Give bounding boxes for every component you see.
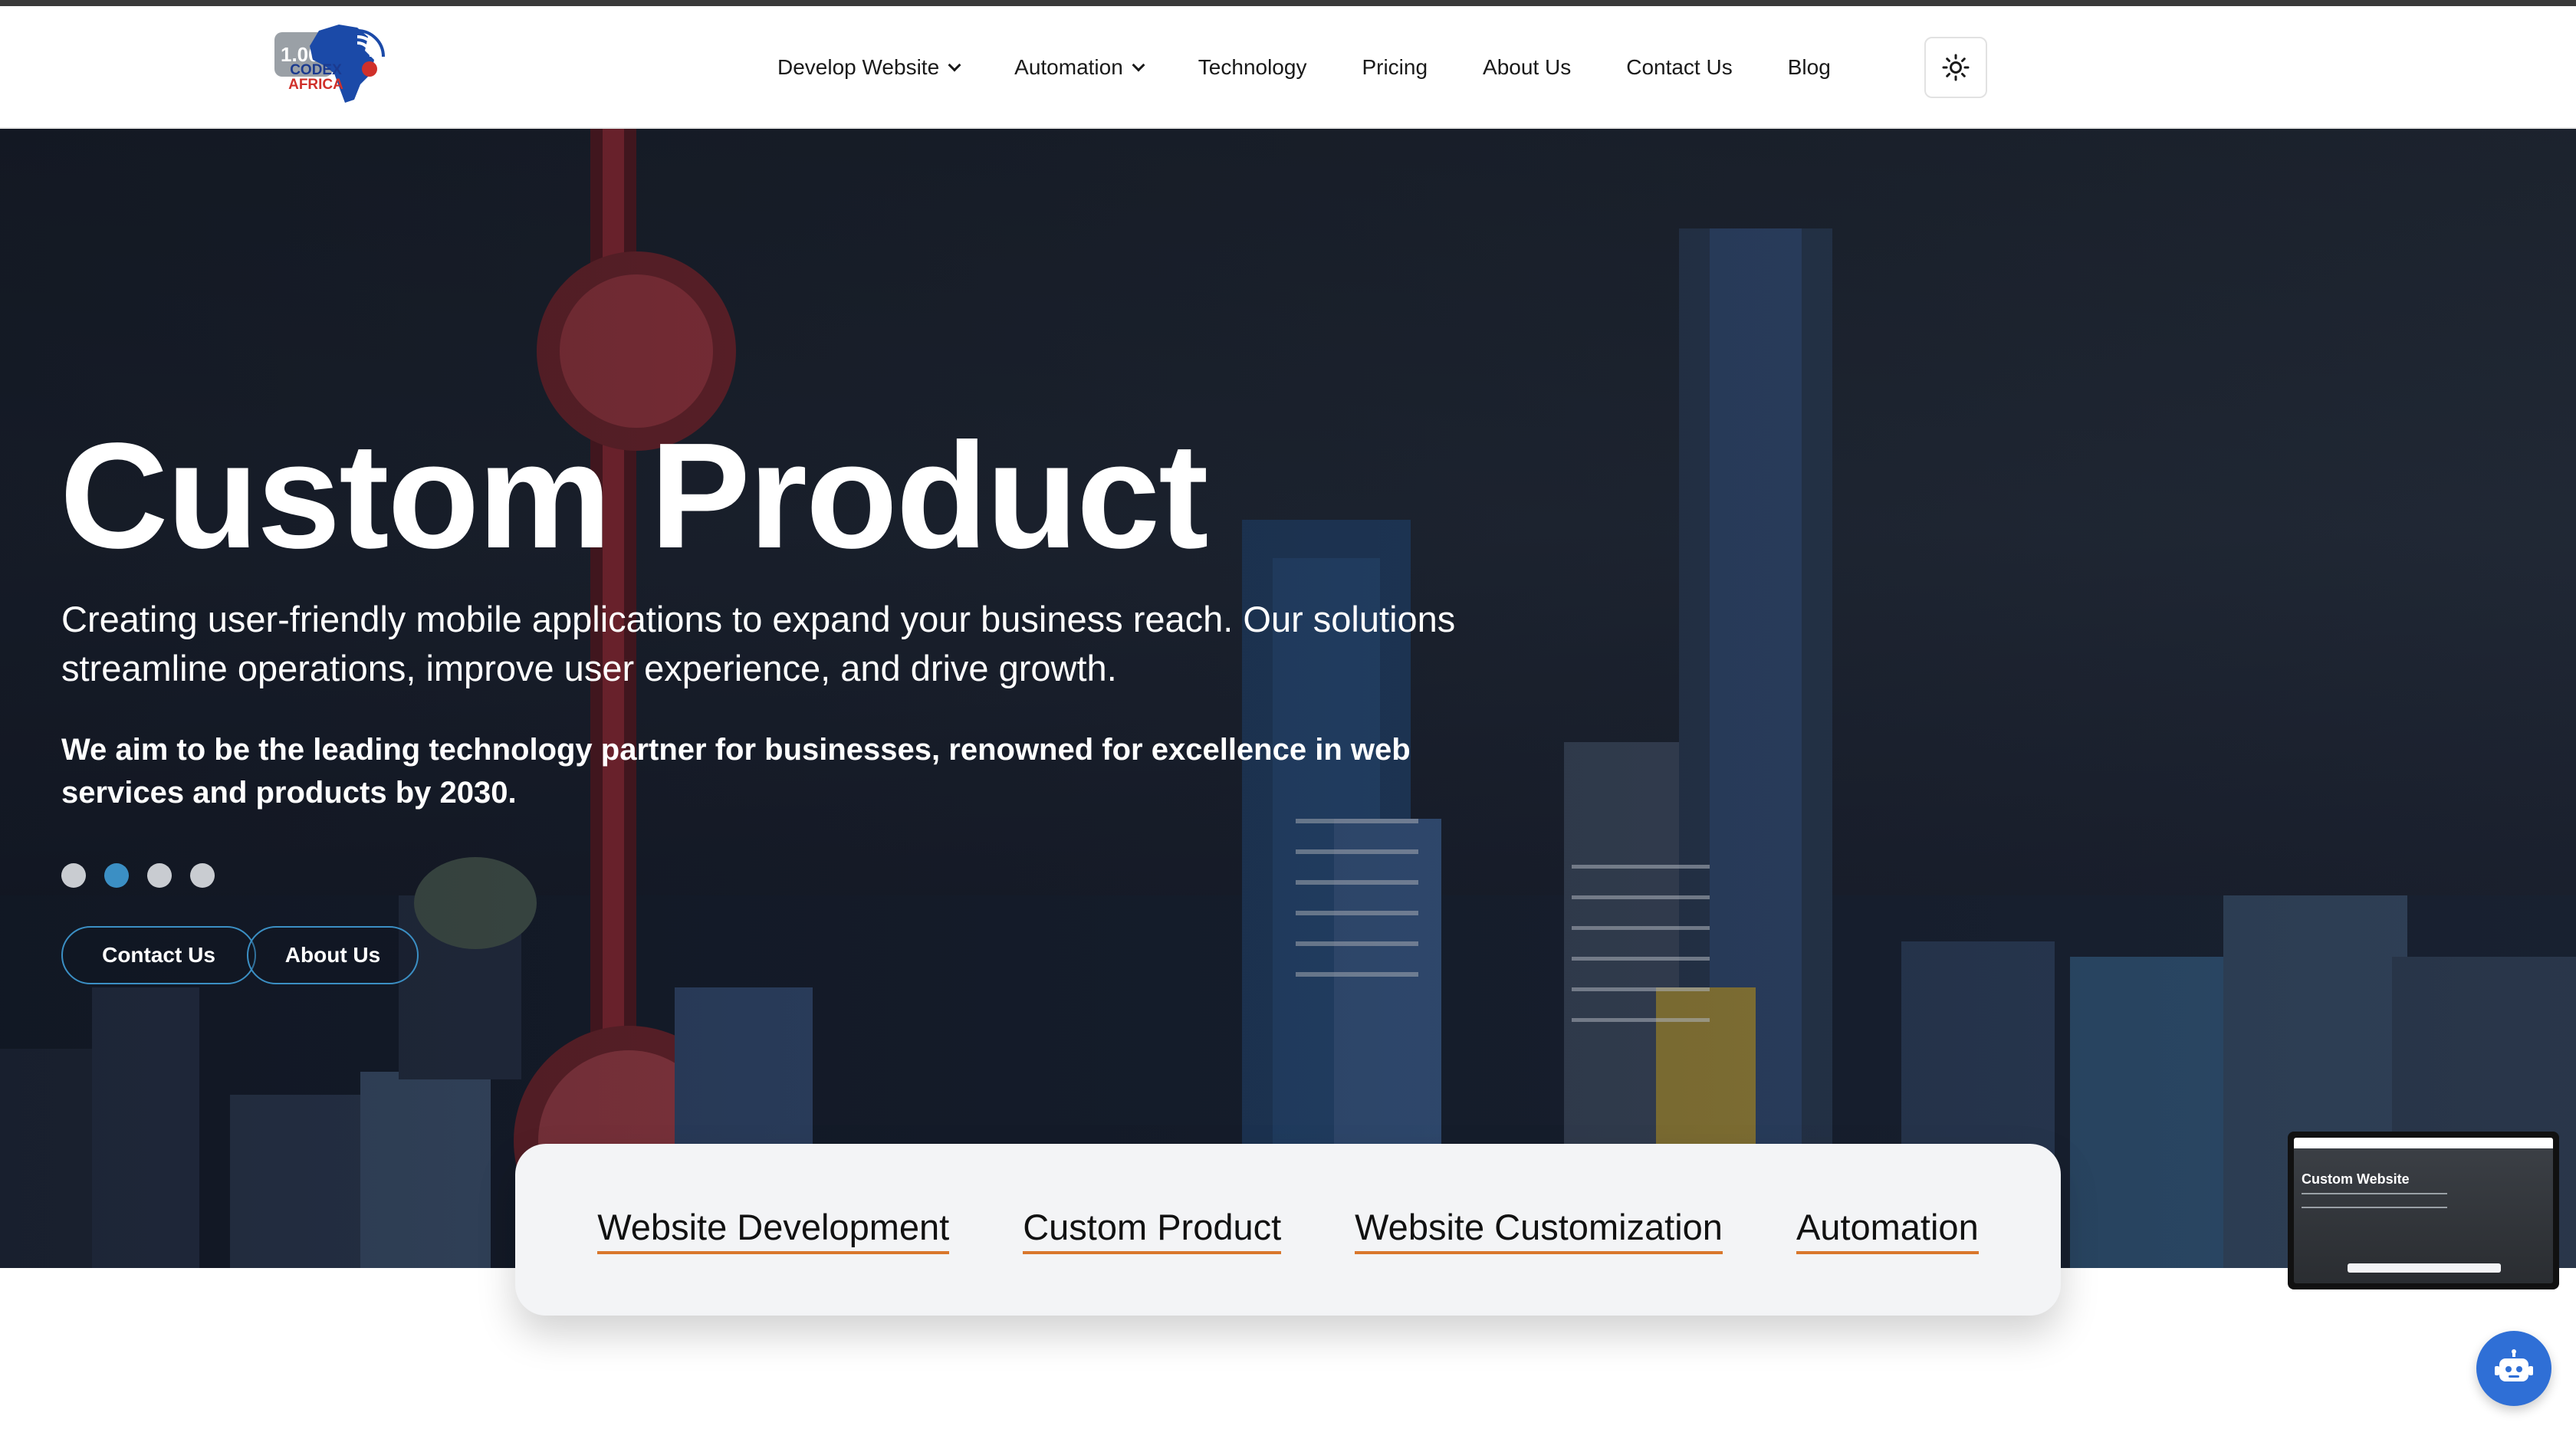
main-nav: Develop Website Automation Technology Pr… <box>777 6 1886 129</box>
nav-label: Develop Website <box>777 55 940 79</box>
slider-dots <box>61 863 233 888</box>
nav-technology[interactable]: Technology <box>1198 55 1307 80</box>
nav-label: Technology <box>1198 55 1307 79</box>
service-automation-link[interactable]: Automation <box>1796 1206 1979 1254</box>
hero-overlay <box>0 129 2576 1268</box>
slider-dot[interactable] <box>147 863 172 888</box>
slider-dot[interactable] <box>190 863 215 888</box>
site-preview-thumbnail[interactable]: Custom Website <box>2288 1132 2559 1289</box>
slider-dot-active[interactable] <box>104 863 129 888</box>
hero-contact-us-button[interactable]: Contact Us <box>61 926 256 984</box>
nav-label: Automation <box>1014 55 1123 79</box>
preview-text-lines <box>2302 1193 2447 1208</box>
preview-services-bar <box>2348 1263 2501 1273</box>
service-custom-product-link[interactable]: Custom Product <box>1023 1206 1282 1254</box>
slider-dot[interactable] <box>61 863 86 888</box>
hero-buttons: Contact Us About Us <box>61 926 419 984</box>
nav-about-us[interactable]: About Us <box>1483 55 1571 80</box>
nav-label: About Us <box>1483 55 1572 79</box>
preview-title: Custom Website <box>2302 1171 2410 1187</box>
logo-brand-line1: CODEX <box>290 62 342 78</box>
robot-icon <box>2495 1349 2533 1381</box>
services-card: Website Development Custom Product Websi… <box>515 1144 2061 1316</box>
preview-screen: Custom Website <box>2294 1138 2553 1283</box>
logo-brand: CODEX AFRICA <box>285 63 347 92</box>
hero-subtitle: Creating user-friendly mobile applicatio… <box>61 599 1456 688</box>
logo-brand-line2: AFRICA <box>288 77 343 93</box>
nav-label: Blog <box>1787 55 1831 79</box>
top-strip <box>0 0 2576 6</box>
hero-section: Custom Product Creating user-friendly mo… <box>0 129 2576 1268</box>
sun-icon <box>1942 54 1970 81</box>
nav-develop-website[interactable]: Develop Website <box>777 55 961 80</box>
hero-vision-statement: We aim to be the leading technology part… <box>61 733 1411 810</box>
service-website-customization-link[interactable]: Website Customization <box>1355 1206 1723 1254</box>
theme-toggle-button[interactable] <box>1924 37 1987 98</box>
service-website-development-link[interactable]: Website Development <box>597 1206 950 1254</box>
site-header: 1.00 CODEX AFRICA Develop Website Automa… <box>0 6 2576 129</box>
nav-label: Contact Us <box>1626 55 1733 79</box>
nav-label: Pricing <box>1362 55 1428 79</box>
chevron-down-icon <box>1132 58 1145 72</box>
hero-about-us-button[interactable]: About Us <box>247 926 419 984</box>
nav-blog[interactable]: Blog <box>1788 55 1831 80</box>
nav-contact-us[interactable]: Contact Us <box>1626 55 1733 80</box>
chatbot-button[interactable] <box>2476 1331 2551 1406</box>
hero-title: Custom Product <box>60 412 1208 580</box>
chevron-down-icon <box>948 58 961 72</box>
nav-automation[interactable]: Automation <box>1014 55 1145 80</box>
site-logo[interactable]: 1.00 CODEX AFRICA <box>273 15 399 107</box>
nav-pricing[interactable]: Pricing <box>1362 55 1428 80</box>
